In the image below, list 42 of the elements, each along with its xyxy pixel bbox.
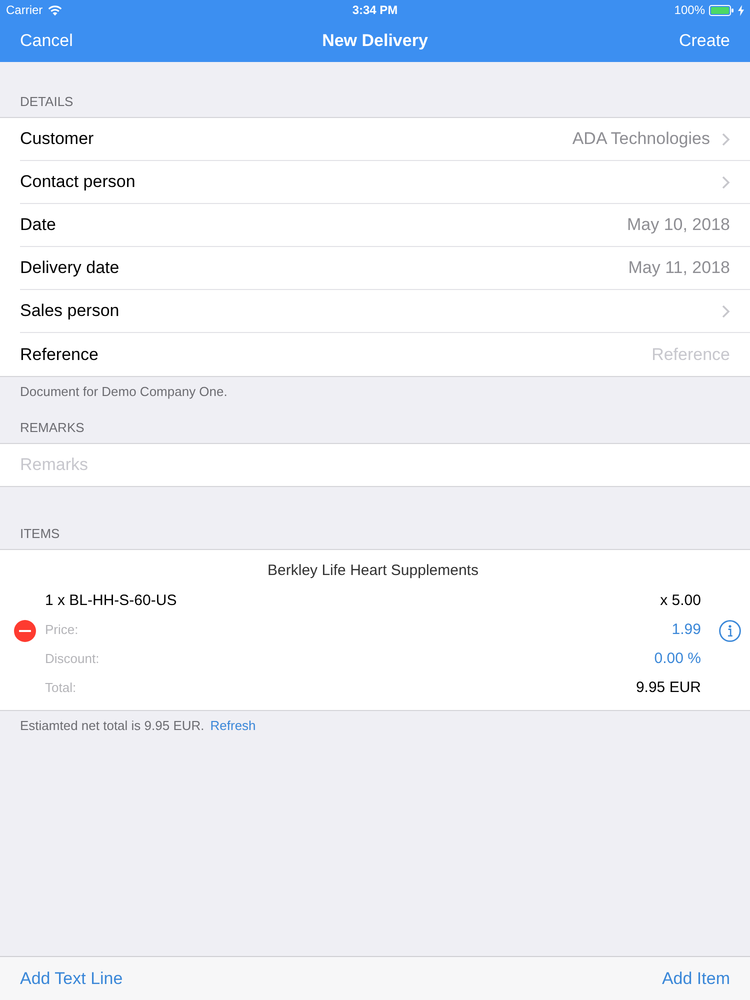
wifi-icon — [48, 4, 62, 16]
row-label: Date — [20, 215, 56, 235]
price-label: Price: — [45, 622, 78, 637]
item-name: Berkley Life Heart Supplements — [268, 561, 478, 581]
create-button[interactable]: Create — [678, 31, 730, 51]
charging-bolt-icon — [738, 4, 744, 16]
screen-title: New Delivery — [322, 31, 428, 51]
total-value: 9.95 EUR — [636, 679, 701, 696]
section-header: ITEMS — [20, 526, 60, 542]
remarks-field[interactable]: Remarks — [0, 443, 750, 487]
refresh-link[interactable]: Refresh — [210, 718, 256, 734]
discount-label: Discount: — [45, 651, 100, 666]
row-value: May 10, 2018 — [626, 215, 730, 235]
price-value[interactable]: 1.99 — [672, 621, 701, 638]
net-total-note: Estiamted net total is 9.95 EUR. — [20, 718, 204, 734]
section-header: DETAILS — [20, 94, 74, 110]
row-label: Customer — [20, 129, 94, 149]
add-item-button[interactable]: Add Item — [662, 968, 730, 988]
row-label: Sales person — [20, 301, 120, 321]
delete-icon[interactable] — [14, 620, 36, 642]
chevron-icon — [722, 304, 730, 318]
section-footer: Document for Demo Company One. — [20, 384, 228, 400]
item-quantity: x 5.00 — [660, 592, 701, 609]
battery-icon — [709, 4, 734, 16]
row-label: Contact person — [20, 172, 136, 192]
total-label: Total: — [45, 680, 76, 695]
reference-field[interactable]: Reference — [490, 344, 730, 364]
battery-percent: 100% — [674, 3, 705, 17]
section-header: REMARKS — [20, 420, 84, 436]
row-label: Reference — [20, 344, 98, 364]
row-value: ADA Technologies — [572, 129, 710, 149]
row-label: Delivery date — [20, 258, 120, 278]
clock-time: 3:34 PM — [352, 3, 398, 17]
add-text-line-button[interactable]: Add Text Line — [20, 968, 123, 988]
chevron-icon — [722, 132, 730, 146]
discount-value[interactable]: 0.00 % — [654, 650, 701, 667]
cancel-button[interactable]: Cancel — [20, 31, 73, 51]
carrier-label: Carrier — [6, 3, 43, 17]
info-icon[interactable] — [719, 620, 741, 642]
item-code: 1 x BL-HH-S-60-US — [45, 592, 177, 609]
row-value: May 11, 2018 — [628, 258, 730, 278]
chevron-icon — [722, 176, 730, 188]
